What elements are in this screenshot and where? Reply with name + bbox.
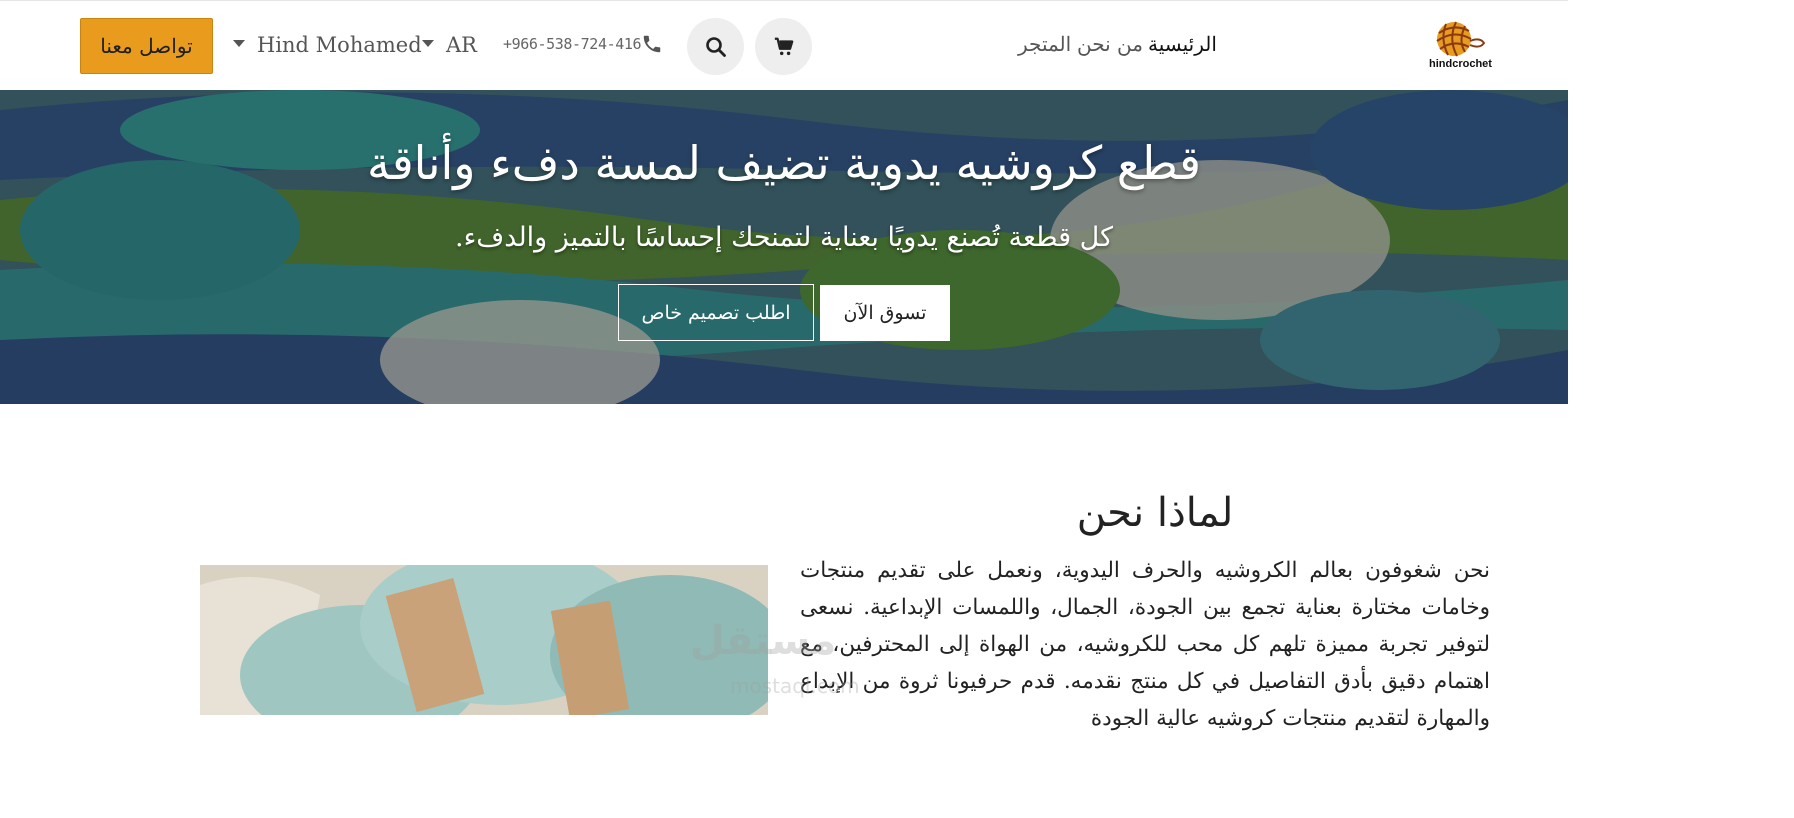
nav-home[interactable]: الرئيسية xyxy=(1148,32,1217,56)
hero-banner: قطع كروشيه يدوية تضيف لمسة دفء وأناقة كل… xyxy=(0,90,1568,404)
why-us-title: لماذا نحن xyxy=(1076,490,1234,536)
site-header: تواصل معنا Hind Mohamed AR +966-538-724-… xyxy=(0,0,1568,90)
search-icon xyxy=(705,36,726,57)
nav-about[interactable]: من نحن xyxy=(1077,32,1143,56)
cart-button[interactable] xyxy=(755,18,812,75)
cart-icon xyxy=(774,37,793,55)
shop-now-button[interactable]: تسوق الآن xyxy=(820,285,950,341)
chevron-down-icon xyxy=(422,39,434,47)
hero-title: قطع كروشيه يدوية تضيف لمسة دفء وأناقة xyxy=(367,136,1201,190)
watermark: مستقل xyxy=(690,618,837,664)
language-label: AR xyxy=(446,33,477,57)
user-menu-dropdown[interactable]: Hind Mohamed xyxy=(233,31,422,59)
logo-text: hindcrochet xyxy=(1429,58,1492,70)
phone-icon[interactable] xyxy=(641,33,663,55)
user-name: Hind Mohamed xyxy=(257,33,422,57)
watermark-url: mostaql.com xyxy=(730,674,860,698)
contact-us-button[interactable]: تواصل معنا xyxy=(80,18,213,74)
phone-number[interactable]: +966-538-724-416 xyxy=(503,35,641,53)
request-custom-design-button[interactable]: اطلب تصميم خاص xyxy=(618,284,814,341)
search-button[interactable] xyxy=(687,18,744,75)
hero-subtitle: كل قطعة تُصنع يدويًا بعناية لتمنحك إحساس… xyxy=(455,222,1113,253)
nav-store[interactable]: المتجر xyxy=(1018,32,1071,56)
why-us-text: نحن شغوفون بعالم الكروشيه والحرف اليدوية… xyxy=(800,558,1490,731)
chevron-down-icon xyxy=(233,39,245,47)
yarn-skeins-image xyxy=(200,565,768,715)
language-dropdown[interactable]: AR xyxy=(422,31,477,59)
